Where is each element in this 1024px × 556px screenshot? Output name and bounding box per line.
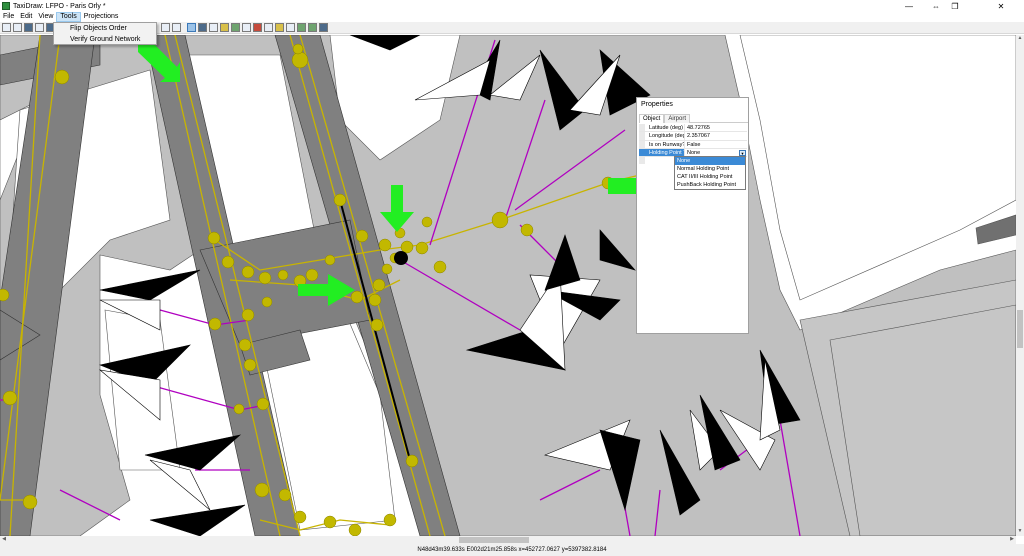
horizontal-scroll-thumb[interactable] [459,537,529,543]
menu-bar: File Edit View Tools Projections [0,12,1024,22]
menu-projections[interactable]: Projections [81,12,122,22]
save-icon[interactable] [24,23,33,32]
menu-file[interactable]: File [0,12,17,22]
maximize-button[interactable]: ❐ [932,0,978,12]
apron-tool-icon[interactable] [209,23,218,32]
select-tool-icon[interactable] [187,23,196,32]
window-title: TaxiDraw: LFPO - Paris Orly * [13,2,106,10]
property-value[interactable]: 2.357067 [685,132,747,141]
property-key: Is on Runway? [639,140,685,149]
light-tool-icon[interactable] [286,23,295,32]
taxidraw-window: TaxiDraw: LFPO - Paris Orly * ⇔ — ❐ ✕ Fi… [0,0,1024,556]
node-tool-icon[interactable] [220,23,229,32]
warning-tool-icon[interactable] [275,23,284,32]
selected-node [394,251,408,265]
sign-tool-icon[interactable] [264,23,273,32]
open-file-icon[interactable] [13,23,22,32]
properties-title: Properties [641,101,673,108]
link-tool-icon[interactable] [231,23,240,32]
title-bar: TaxiDraw: LFPO - Paris Orly * ⇔ — ❐ ✕ [0,0,1024,12]
cursor-coordinates: N48d43m39.633s E002d21m25.858s x=452727.… [417,547,607,553]
holding-point-type-options: None Normal Holding Point CAT II/III Hol… [674,156,746,190]
tower-tool-icon[interactable] [297,23,306,32]
parking-tool-icon[interactable] [242,23,251,32]
taxiway-drawing[interactable] [0,35,1016,536]
close-button[interactable]: ✕ [978,0,1024,12]
chevron-down-icon[interactable]: ▼ [739,149,746,156]
taxiway-tool-icon[interactable] [198,23,207,32]
option-pushback-holding-point[interactable]: PushBack Holding Point [675,181,745,189]
tools-dropdown-menu: Flip Objects Order Verify Ground Network [53,22,157,45]
properties-tabs: Object Airport [639,114,748,123]
option-cat-holding-point[interactable]: CAT II/III Holding Point [675,173,745,181]
window-controls: — ❐ ✕ [886,0,1024,12]
white-block [739,35,1016,301]
layers-tool-icon[interactable] [319,23,328,32]
select-current-value: None [687,149,701,156]
grid-tool-icon[interactable] [308,23,317,32]
tab-airport[interactable]: Airport [664,114,691,123]
status-bar: N48d43m39.633s E002d21m25.858s x=452727.… [0,544,1024,556]
vertical-scroll-thumb[interactable] [1017,310,1023,348]
menu-tools[interactable]: Tools [56,12,81,22]
property-row-latitude[interactable]: Latitude (deg) 48.72765 [639,124,747,133]
zoom-in-icon[interactable] [161,23,170,32]
property-row-longitude[interactable]: Longitude (deg) 2.357067 [639,132,747,141]
property-row-is-on-runway[interactable]: Is on Runway? False [639,140,747,149]
zoom-out-icon[interactable] [172,23,181,32]
terminal-building [975,214,1016,245]
horizontal-scrollbar[interactable]: ◀ ▶ [0,536,1016,544]
option-none[interactable]: None [675,157,745,165]
vertical-scrollbar[interactable]: ▲ ▼ [1016,35,1024,536]
property-key: Latitude (deg) [639,124,685,133]
scroll-left-icon[interactable]: ◀ [0,536,8,544]
property-key: Longitude (deg) [639,132,685,141]
property-value[interactable]: False [685,141,747,149]
app-icon [2,2,10,10]
export-icon[interactable] [35,23,44,32]
property-grid: Latitude (deg) 48.72765 Longitude (deg) … [639,124,747,158]
minimize-button[interactable]: — [886,0,932,12]
properties-panel: Properties Object Airport Latitude (deg)… [636,97,749,334]
option-normal-holding-point[interactable]: Normal Holding Point [675,165,745,173]
scroll-up-icon[interactable]: ▲ [1016,35,1024,43]
new-file-icon[interactable] [2,23,11,32]
helipad-tool-icon[interactable] [253,23,262,32]
menu-view[interactable]: View [35,12,56,22]
tab-object[interactable]: Object [639,114,665,123]
map-canvas[interactable] [0,35,1016,536]
menu-flip-objects-order[interactable]: Flip Objects Order [54,23,156,34]
scroll-right-icon[interactable]: ▶ [1008,536,1016,544]
property-value[interactable]: 48.72765 [685,124,747,133]
scroll-down-icon[interactable]: ▼ [1016,528,1024,536]
menu-verify-ground-network[interactable]: Verify Ground Network [54,34,156,45]
menu-edit[interactable]: Edit [17,12,35,22]
